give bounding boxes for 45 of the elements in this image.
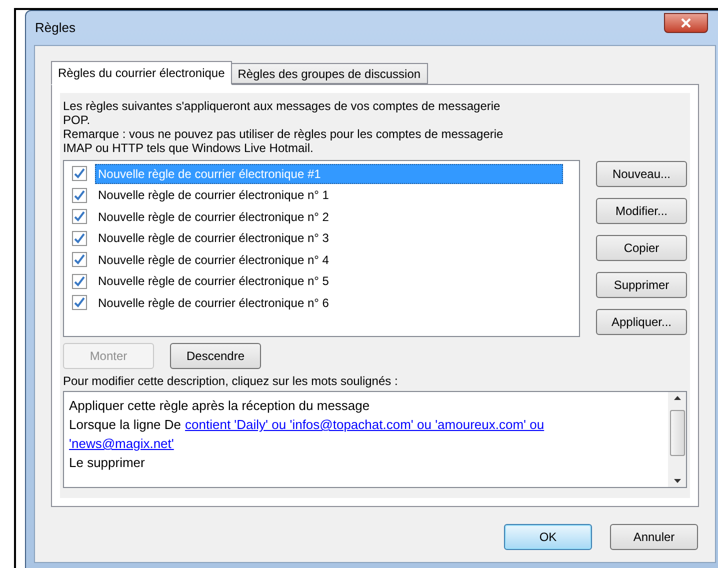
description-line: Le supprimer xyxy=(69,454,146,472)
action-button[interactable]: Nouveau... xyxy=(596,161,687,187)
action-button[interactable]: Modifier... xyxy=(596,198,687,224)
rule-item[interactable]: Nouvelle règle de courrier électronique n° 2 xyxy=(95,206,563,227)
checkmark-icon xyxy=(74,232,85,244)
close-icon xyxy=(681,18,691,28)
dialog-button[interactable]: Annuler xyxy=(610,524,698,550)
rule-item[interactable]: Nouvelle règle de courrier électronique n° 5 xyxy=(95,271,563,292)
checkmark-icon xyxy=(74,168,85,180)
dialog-button[interactable]: OK xyxy=(504,524,592,550)
checkbox[interactable] xyxy=(72,166,87,182)
rule-item[interactable]: Nouvelle règle de courrier électronique n° 6 xyxy=(95,292,563,313)
checkmark-icon xyxy=(74,211,85,222)
checkbox[interactable] xyxy=(72,230,87,246)
tab[interactable]: Règles des groupes de discussion xyxy=(230,63,428,84)
close-button[interactable] xyxy=(664,13,708,33)
scrollbar[interactable] xyxy=(668,392,686,487)
checkmark-icon xyxy=(74,276,85,287)
condition-link[interactable]: contient 'Daily' ou 'infos@topachat.com' ou 'amoureux.com' ou xyxy=(185,415,544,434)
scroll-thumb[interactable] xyxy=(670,410,684,456)
action-button[interactable]: Appliquer... xyxy=(596,309,687,335)
condition-link[interactable]: 'news@magix.net' xyxy=(69,436,174,451)
tab[interactable]: Règles du courrier électronique xyxy=(51,61,232,85)
checkmark-icon xyxy=(74,297,85,308)
rule-item[interactable]: Nouvelle règle de courrier électronique n° 3 xyxy=(95,228,563,248)
rule-item[interactable]: Nouvelle règle de courrier électronique n° 1 xyxy=(95,185,563,206)
scroll-down-icon[interactable] xyxy=(674,479,680,483)
checkbox[interactable] xyxy=(72,274,87,289)
move-button[interactable]: Descendre xyxy=(170,343,261,369)
description-label: Pour modifier cette description, cliquez sur les mots soulignés : xyxy=(63,374,399,388)
info-text: Remarque : vous ne pouvez pas utiliser de règles pour les comptes de messagerie IMAP ou HTTP tels que Windows Live Hotmail. xyxy=(63,127,504,155)
checkbox[interactable] xyxy=(72,295,87,310)
checkbox[interactable] xyxy=(72,188,87,203)
action-button[interactable]: Supprimer xyxy=(596,272,687,298)
description-line: Lorsque la ligne De xyxy=(69,416,182,434)
rule-item[interactable]: Nouvelle règle de courrier électronique n° 4 xyxy=(95,250,563,270)
description-line: Appliquer cette règle après la réception du message xyxy=(69,397,371,415)
info-text: Les règles suivantes s'appliqueront aux messages de vos comptes de messagerie POP. xyxy=(63,99,502,127)
window-title: Règles xyxy=(34,19,76,38)
action-button[interactable]: Copier xyxy=(596,235,687,261)
checkmark-icon xyxy=(74,190,85,201)
checkbox[interactable] xyxy=(72,252,87,268)
checkmark-icon xyxy=(74,254,85,266)
checkbox[interactable] xyxy=(72,209,87,224)
scroll-up-icon[interactable] xyxy=(674,396,680,400)
